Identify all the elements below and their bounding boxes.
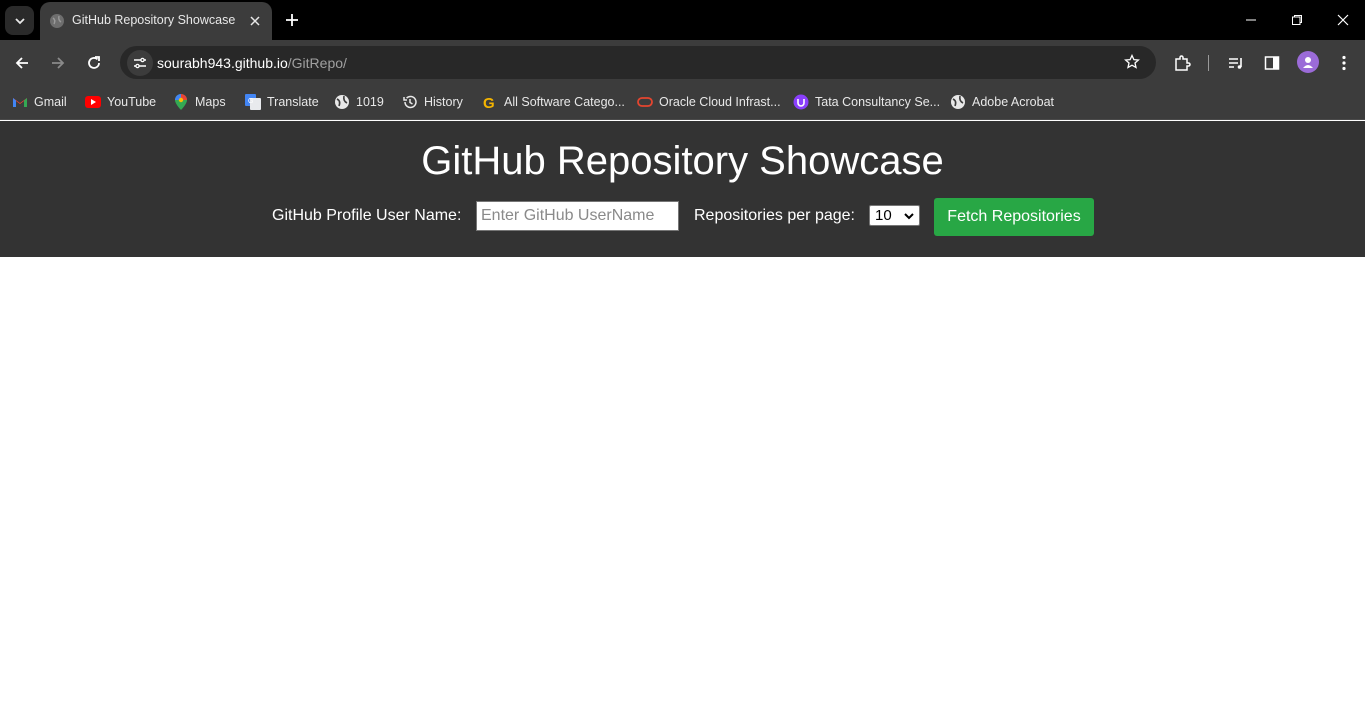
restore-button[interactable]: [1285, 8, 1309, 32]
bookmark-oracle[interactable]: Oracle Cloud Infrast...: [637, 92, 781, 112]
side-panel-button[interactable]: [1260, 51, 1284, 75]
bookmarks-bar: Gmail YouTube Maps G Translate 1019 Hist…: [0, 85, 1365, 120]
close-icon: [250, 16, 260, 26]
new-tab-button[interactable]: [282, 10, 302, 30]
bookmark-gmail[interactable]: Gmail: [12, 92, 67, 112]
globe-icon: [50, 14, 64, 28]
reload-button[interactable]: [82, 51, 106, 75]
back-button[interactable]: [10, 51, 34, 75]
translate-icon: G: [245, 94, 261, 110]
maps-icon: [173, 94, 189, 110]
tab-search-button[interactable]: [5, 6, 34, 35]
bookmark-star-button[interactable]: [1121, 51, 1143, 73]
bookmark-all-software[interactable]: G All Software Catego...: [482, 92, 625, 112]
bookmark-label: Oracle Cloud Infrast...: [659, 95, 781, 109]
side-panel-icon: [1264, 56, 1280, 70]
svg-text:G: G: [483, 95, 495, 110]
bookmark-label: Translate: [267, 95, 319, 109]
bookmark-adobe-acrobat[interactable]: Adobe Acrobat: [950, 92, 1054, 112]
address-bar[interactable]: sourabh943.github.io/GitRepo/: [120, 46, 1156, 79]
url-text[interactable]: sourabh943.github.io/GitRepo/: [157, 55, 347, 71]
page-title: GitHub Repository Showcase: [421, 139, 944, 183]
site-info-button[interactable]: [127, 50, 153, 76]
arrow-right-icon: [52, 57, 65, 69]
active-tab[interactable]: GitHub Repository Showcase: [40, 2, 272, 40]
media-controls-button[interactable]: [1224, 51, 1248, 75]
bookmark-translate[interactable]: G Translate: [245, 92, 319, 112]
bookmark-label: 1019: [356, 95, 384, 109]
bookmark-history[interactable]: History: [402, 92, 463, 112]
bookmark-label: Tata Consultancy Se...: [815, 95, 941, 109]
tab-close-button[interactable]: [246, 12, 264, 30]
tab-title: GitHub Repository Showcase: [72, 13, 236, 27]
minimize-button[interactable]: [1239, 8, 1263, 32]
close-icon: [1337, 14, 1349, 26]
browser-menu-button[interactable]: [1332, 51, 1356, 75]
tune-icon: [134, 57, 146, 69]
browser-toolbar: sourabh943.github.io/GitRepo/: [0, 40, 1365, 85]
chevron-down-icon: [904, 213, 914, 220]
bookmark-1019[interactable]: 1019: [334, 92, 384, 112]
toolbar-separator: [1208, 55, 1209, 71]
chevron-down-icon: [14, 17, 25, 24]
restore-icon: [1292, 15, 1302, 25]
close-window-button[interactable]: [1331, 8, 1355, 32]
bookmark-label: YouTube: [107, 95, 157, 109]
forward-button[interactable]: [46, 51, 70, 75]
globe-icon: [334, 94, 350, 110]
oracle-icon: [637, 94, 653, 110]
g-logo-icon: G: [482, 94, 498, 110]
username-label: GitHub Profile User Name:: [272, 207, 462, 224]
bookmark-youtube[interactable]: YouTube: [85, 92, 156, 112]
bookmark-tcs[interactable]: Tata Consultancy Se...: [793, 92, 940, 112]
avatar-icon: [1303, 57, 1313, 68]
bookmark-label: All Software Catego...: [504, 95, 625, 109]
search-form: GitHub Profile User Name: Repositories p…: [0, 198, 1365, 238]
arrow-left-icon: [15, 57, 28, 69]
history-icon: [402, 94, 418, 110]
bookmark-label: Maps: [195, 95, 226, 109]
username-input[interactable]: [476, 201, 679, 231]
globe-icon: [950, 94, 966, 110]
plus-icon: [286, 14, 298, 26]
extensions-button[interactable]: [1170, 51, 1194, 75]
per-page-select[interactable]: 10: [869, 205, 920, 226]
playlist-icon: [1229, 58, 1242, 69]
svg-text:G: G: [248, 98, 253, 105]
star-icon: [1124, 54, 1140, 69]
per-page-label: Repositories per page:: [694, 207, 855, 224]
puzzle-icon: [1175, 55, 1191, 71]
bookmark-maps[interactable]: Maps: [173, 92, 226, 112]
bookmark-label: Adobe Acrobat: [972, 95, 1055, 109]
minimize-icon: [1246, 19, 1256, 21]
fetch-repositories-button[interactable]: Fetch Repositories: [934, 198, 1094, 236]
tcs-icon: [793, 94, 809, 110]
gmail-icon: [12, 94, 28, 110]
url-host: sourabh943.github.io: [157, 55, 288, 71]
page-header: GitHub Repository Showcase GitHub Profil…: [0, 121, 1365, 257]
bookmark-label: History: [424, 95, 463, 109]
bookmark-label: Gmail: [34, 95, 67, 109]
per-page-value: 10: [875, 207, 892, 224]
reload-icon: [88, 56, 100, 69]
tab-strip: GitHub Repository Showcase: [0, 0, 1365, 40]
profile-avatar[interactable]: [1297, 51, 1319, 73]
url-path: /GitRepo/: [287, 55, 347, 71]
youtube-icon: [85, 94, 101, 110]
more-vertical-icon: [1342, 55, 1346, 71]
